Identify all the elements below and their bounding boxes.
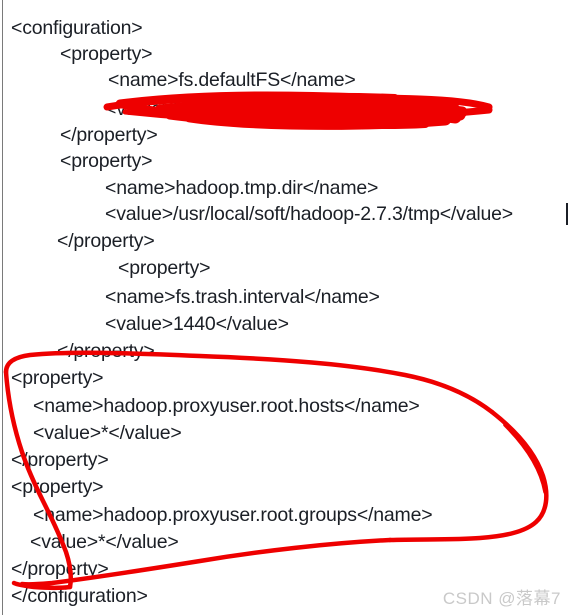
code-line[interactable]: <value>/usr/local/soft/hadoop-2.7.3/tmp<… — [105, 204, 513, 225]
code-line[interactable]: <property> — [60, 44, 153, 65]
text-caret — [566, 203, 568, 225]
code-line[interactable]: <value>hdfs:// :9000</value> — [105, 99, 435, 120]
code-line[interactable]: </property> — [11, 559, 109, 580]
code-line[interactable]: <name>hadoop.proxyuser.root.hosts</name> — [33, 396, 420, 417]
code-line[interactable]: </property> — [60, 125, 158, 146]
code-line[interactable]: <property> — [11, 477, 104, 498]
code-line[interactable]: <property> — [11, 368, 104, 389]
code-line[interactable]: <name>hadoop.proxyuser.root.groups</name… — [33, 505, 433, 526]
csdn-watermark: CSDN @落幕7 — [442, 589, 561, 608]
code-line[interactable]: <configuration> — [11, 18, 143, 39]
code-editor-pane[interactable]: <configuration> <property> <name>fs.defaul… — [0, 0, 571, 615]
code-line[interactable]: <property> — [60, 151, 153, 172]
code-line[interactable]: <value>1440</value> — [105, 314, 289, 335]
code-line[interactable]: <name>fs.defaultFS</name> — [108, 70, 356, 91]
code-line[interactable]: </property> — [57, 231, 155, 252]
code-line[interactable]: <value>*</value> — [30, 532, 179, 553]
code-line[interactable]: <name>hadoop.tmp.dir</name> — [105, 178, 378, 199]
code-text-area[interactable]: <configuration> <property> <name>fs.defaul… — [0, 0, 571, 615]
code-line[interactable]: <property> — [118, 258, 211, 279]
code-line[interactable]: </configuration> — [11, 586, 148, 607]
code-line[interactable]: </property> — [57, 341, 155, 362]
code-line[interactable]: <value>*</value> — [33, 423, 182, 444]
code-line[interactable]: </property> — [11, 450, 109, 471]
code-line[interactable]: <name>fs.trash.interval</name> — [105, 287, 380, 308]
